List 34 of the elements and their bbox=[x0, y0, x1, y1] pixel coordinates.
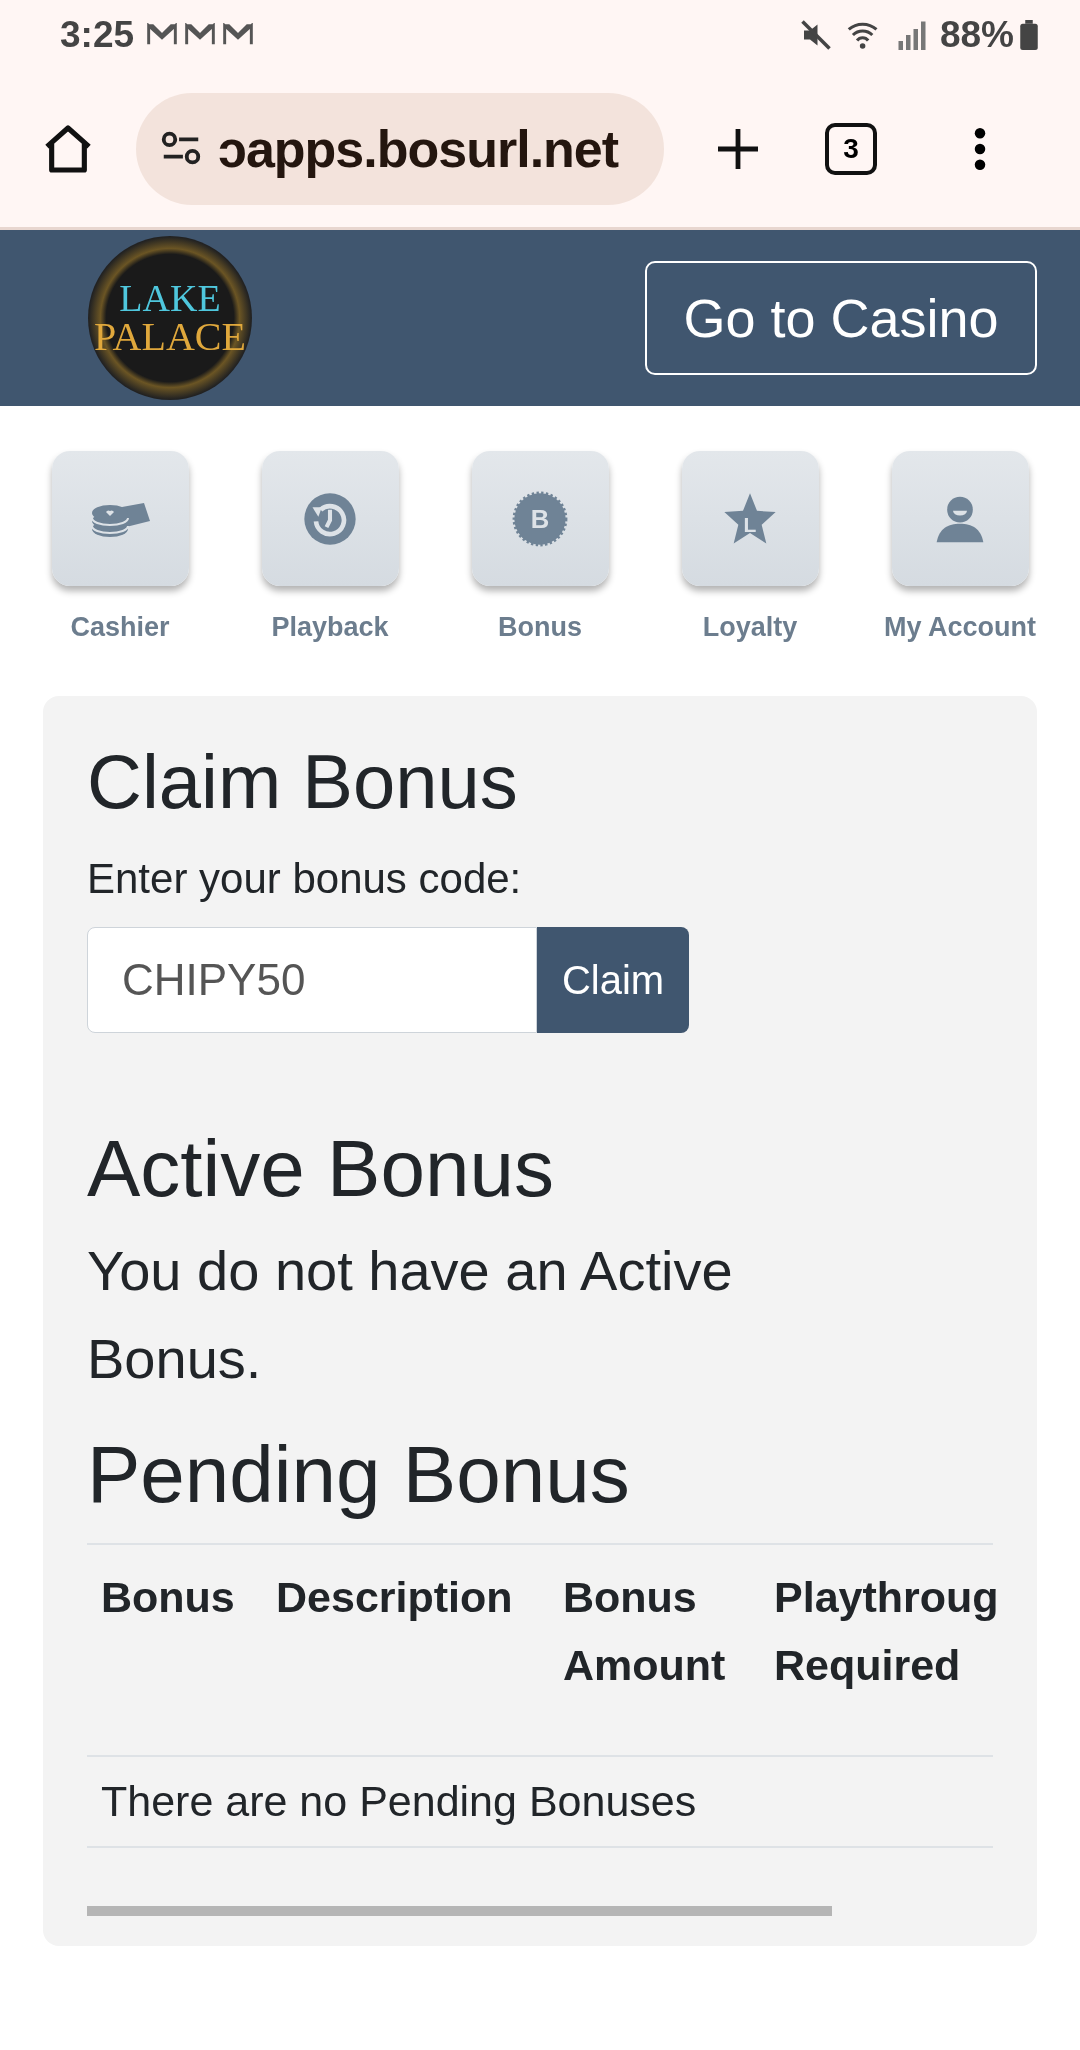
mail-icon bbox=[222, 23, 255, 47]
nav-tile[interactable]: B bbox=[471, 451, 609, 586]
battery-level: 88% bbox=[939, 14, 1014, 56]
tab-count[interactable]: 3 bbox=[825, 122, 877, 175]
logo[interactable]: LAKE PALACE bbox=[88, 236, 252, 400]
active-bonus-message: You do not have an Active Bonus. bbox=[87, 1238, 734, 1393]
column-header: Description bbox=[275, 1572, 514, 1624]
section-title: Pending Bonus bbox=[87, 1429, 631, 1522]
field-label: Enter your bonus code: bbox=[87, 855, 523, 904]
bonus-code-field[interactable]: CHIPY50 bbox=[87, 927, 537, 1034]
nav-label[interactable]: Bonus bbox=[498, 612, 582, 643]
nav-label[interactable]: Playback bbox=[271, 612, 389, 643]
go-to-casino-button[interactable]: Go to Casino bbox=[645, 261, 1037, 375]
clock: 3:25 bbox=[60, 14, 135, 56]
column-header: Bonus bbox=[100, 1572, 236, 1624]
claim-button[interactable]: Claim bbox=[537, 927, 689, 1034]
scrollbar[interactable] bbox=[87, 1906, 832, 1917]
mail-icon bbox=[184, 23, 217, 47]
menu-icon[interactable] bbox=[973, 126, 987, 171]
nav-tile[interactable] bbox=[261, 451, 399, 586]
nav-label[interactable]: Cashier bbox=[70, 612, 170, 643]
table-cell: There are no Pending Bonuses bbox=[87, 1757, 993, 1849]
nav-label[interactable]: Loyalty bbox=[702, 612, 798, 643]
section-title: Active Bonus bbox=[87, 1123, 555, 1216]
nav-tile[interactable]: L bbox=[681, 451, 819, 586]
nav-label[interactable]: My Account bbox=[884, 612, 1036, 643]
mail-icon bbox=[146, 23, 179, 47]
nav-tile[interactable] bbox=[51, 451, 189, 586]
nav-tile[interactable] bbox=[891, 451, 1029, 586]
column-header: Bonus Amount bbox=[562, 1572, 727, 1692]
url-text: ɔapps.bosurl.net bbox=[218, 118, 619, 179]
battery-icon bbox=[1020, 20, 1038, 50]
address-bar[interactable]: ɔapps.bosurl.net bbox=[136, 92, 664, 205]
section-title: Claim Bonus bbox=[87, 738, 519, 826]
